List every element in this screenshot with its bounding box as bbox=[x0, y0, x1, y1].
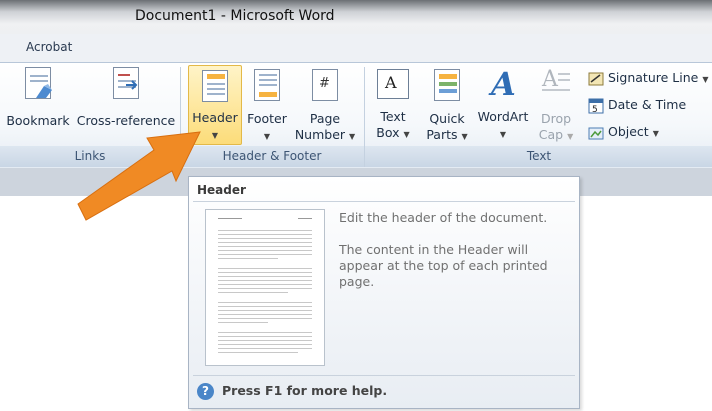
quickparts-button[interactable]: Quick Parts ▼ bbox=[422, 69, 472, 145]
object-label: Object bbox=[608, 124, 649, 139]
footer-dropdown-caret: ▼ bbox=[263, 132, 271, 141]
date-time-label: Date & Time bbox=[608, 97, 687, 112]
dropcap-icon: A bbox=[540, 67, 572, 99]
tooltip-help: ? Press F1 for more help. bbox=[197, 383, 387, 400]
header-label: Header bbox=[192, 110, 238, 125]
dropcap-label-line1: Drop bbox=[540, 111, 572, 126]
tooltip-divider bbox=[193, 201, 575, 202]
page-number-button[interactable]: # Page Number ▼ bbox=[292, 69, 358, 145]
dropcap-label-line2: Cap ▼ bbox=[538, 127, 574, 142]
cross-reference-button[interactable]: Cross-reference bbox=[76, 67, 176, 129]
wordart-dropdown-caret: ▼ bbox=[499, 130, 507, 139]
cross-reference-label: Cross-reference bbox=[76, 113, 176, 128]
group-label-header-footer: Header & Footer bbox=[222, 149, 322, 163]
ribbon: Bookmark Cross-reference Links Header ▼ … bbox=[0, 62, 712, 168]
textbox-icon: A bbox=[377, 69, 409, 99]
page-number-label-line1: Page bbox=[309, 111, 341, 126]
header-tooltip: Header Edit the header of the document. … bbox=[188, 176, 580, 409]
signature-line-button[interactable]: Signature Line ▼ bbox=[588, 70, 708, 87]
date-time-icon: 5 bbox=[588, 98, 604, 115]
textbox-button[interactable]: A Text Box ▼ bbox=[370, 69, 416, 143]
tooltip-divider bbox=[193, 375, 575, 376]
help-icon: ? bbox=[197, 383, 214, 400]
signature-line-icon bbox=[588, 71, 604, 87]
footer-icon bbox=[254, 69, 280, 101]
title-bar: Document1 - Microsoft Word bbox=[0, 0, 712, 34]
textbox-label-line2: Box ▼ bbox=[376, 125, 410, 140]
header-preview-thumbnail bbox=[205, 209, 325, 366]
bookmark-label: Bookmark bbox=[6, 113, 70, 128]
group-separator bbox=[364, 67, 365, 167]
page-number-icon: # bbox=[312, 69, 338, 101]
tooltip-description-1: Edit the header of the document. bbox=[339, 210, 548, 225]
quickparts-label-line1: Quick bbox=[429, 111, 465, 126]
cross-reference-icon bbox=[113, 67, 139, 99]
object-button[interactable]: Object ▼ bbox=[588, 124, 659, 141]
group-label-text: Text bbox=[526, 149, 552, 163]
wordart-label: WordArt bbox=[477, 109, 529, 124]
header-icon bbox=[202, 70, 228, 102]
dropcap-button[interactable]: A Drop Cap ▼ bbox=[534, 67, 578, 145]
object-icon bbox=[588, 125, 604, 141]
quickparts-label-line2: Parts ▼ bbox=[426, 127, 468, 142]
svg-text:5: 5 bbox=[592, 105, 598, 114]
tooltip-description-2: The content in the Header will appear at… bbox=[339, 242, 548, 289]
quickparts-icon bbox=[434, 69, 460, 101]
footer-button[interactable]: Footer ▼ bbox=[244, 69, 290, 142]
wordart-icon: A bbox=[491, 65, 516, 103]
footer-label: Footer bbox=[247, 111, 287, 126]
ribbon-tabs: Acrobat bbox=[0, 34, 712, 62]
bookmark-button[interactable]: Bookmark bbox=[4, 67, 72, 129]
tooltip-title: Header bbox=[197, 183, 246, 197]
tooltip-description: Edit the header of the document. The con… bbox=[339, 210, 564, 306]
bookmark-icon bbox=[25, 67, 52, 99]
tooltip-help-text: Press F1 for more help. bbox=[222, 383, 388, 398]
window-title: Document1 - Microsoft Word bbox=[135, 8, 335, 24]
group-label-links: Links bbox=[74, 149, 106, 163]
signature-line-label: Signature Line bbox=[608, 70, 699, 85]
group-separator bbox=[180, 67, 181, 167]
page-number-label-line2: Number ▼ bbox=[294, 127, 356, 142]
header-button[interactable]: Header ▼ bbox=[188, 65, 242, 145]
wordart-button[interactable]: A WordArt ▼ bbox=[474, 65, 532, 140]
tab-acrobat[interactable]: Acrobat bbox=[26, 40, 72, 54]
header-dropdown-caret: ▼ bbox=[211, 131, 219, 140]
textbox-label-line1: Text bbox=[380, 109, 406, 124]
date-time-button[interactable]: 5 Date & Time bbox=[588, 97, 687, 115]
